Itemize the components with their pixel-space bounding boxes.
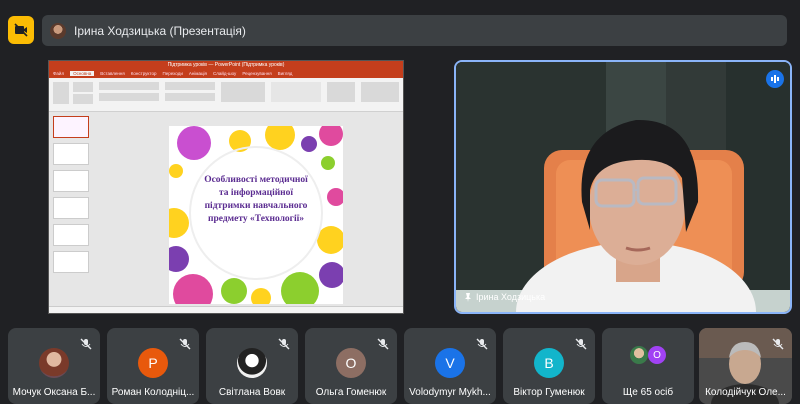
ppt-ribbon-tabs: Файл Основна Вставлення Конструктор Пере… [49,69,403,78]
mic-off-icon [772,338,784,350]
mic-off-icon [575,338,587,350]
mic-off-icon [80,338,92,350]
ppt-tab: Конструктор [130,71,157,76]
presenter-title: Ірина Ходзицька (Презентація) [74,23,246,38]
current-slide: Особливості методичної та інформаційної … [169,126,343,304]
avatar-small: О [648,346,666,364]
avatar-small [630,346,648,364]
speaking-indicator [766,70,784,88]
slide-thumbnail[interactable] [53,170,89,192]
ppt-ribbon [49,78,403,112]
participant-name: Світлана Вовк [218,387,286,398]
participant-name: Колодійчук Оле... [705,387,786,398]
ppt-tab: Файл [53,71,65,76]
participant-name: Мочук Оксана Б... [12,387,96,398]
ppt-tab: Рецензування [242,71,272,76]
avatar [39,348,69,378]
participant-name: Volodymyr Mykh... [409,387,491,398]
mic-off-icon [476,338,488,350]
more-participants-tile[interactable]: О Ще 65 осіб [602,328,694,404]
participant-tile[interactable]: В Віктор Гуменюк [503,328,595,404]
more-participants-label: Ще 65 осіб [622,387,674,398]
speaker-video-frame [456,62,790,312]
slide-thumbnails[interactable] [53,116,93,302]
ppt-window-title: Підтримка уроків — PowerPoint (Підтримка… [49,61,403,69]
avatar: Р [138,348,168,378]
slide-title-text: Особливості методичної та інформаційної … [204,175,308,224]
meet-screen: Ірина Ходзицька (Презентація) Підтримка … [0,0,800,404]
slide-thumbnail[interactable] [53,197,89,219]
presenter-bar[interactable]: Ірина Ходзицька (Презентація) [42,15,787,46]
speaker-video-tile[interactable]: Ірина Ходзицька [454,60,792,314]
participant-name: Роман Колодніц... [111,387,195,398]
camera-off-button[interactable] [8,16,34,44]
mic-off-icon [377,338,389,350]
audio-level-icon [771,75,779,83]
avatar [237,348,267,378]
slide-thumbnail[interactable] [53,116,89,138]
participant-name: Ольга Гоменюк [315,387,387,398]
avatar: О [336,348,366,378]
participant-name: Віктор Гуменюк [513,387,585,398]
participant-tile[interactable]: V Volodymyr Mykh... [404,328,496,404]
ppt-status-bar [49,306,403,313]
ppt-tab: Вставлення [100,71,125,76]
ppt-tab: Переходи [162,71,183,76]
participant-tile[interactable]: О Ольга Гоменюк [305,328,397,404]
participant-tile[interactable]: Колодійчук Оле... [699,328,792,404]
slide-thumbnail[interactable] [53,143,89,165]
participant-tile[interactable]: Світлана Вовк [206,328,298,404]
ppt-tab: Основна [70,71,95,76]
presenter-avatar [50,22,66,39]
mic-off-icon [179,338,191,350]
avatar: V [435,348,465,378]
ppt-tab: Анімація [188,71,207,76]
shared-presentation[interactable]: Підтримка уроків — PowerPoint (Підтримка… [48,60,404,314]
participant-tile[interactable]: Мочук Оксана Б... [8,328,100,404]
slide-thumbnail[interactable] [53,251,89,273]
ppt-tab: Вигляд [277,71,293,76]
slide-thumbnail[interactable] [53,224,89,246]
camera-off-icon [14,23,28,37]
speaker-name: Ірина Ходзицька [476,292,546,302]
pin-icon [465,292,471,302]
participant-tile[interactable]: Р Роман Колодніц... [107,328,199,404]
ppt-workspace: Особливості методичної та інформаційної … [49,112,403,308]
speaker-name-label: Ірина Ходзицька [464,292,545,302]
ppt-tab: Слайд-шоу [212,71,237,76]
avatar: В [534,348,564,378]
mic-off-icon [278,338,290,350]
